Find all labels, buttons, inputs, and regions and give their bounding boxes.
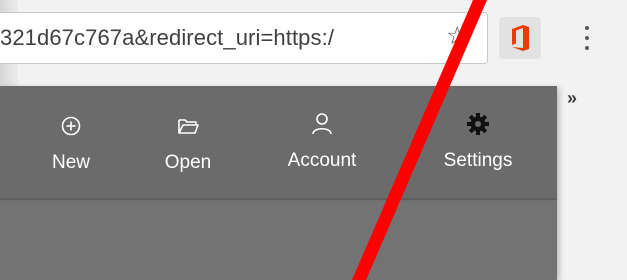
address-bar[interactable]: 321d67c767a&redirect_uri=https:/ ☆ — [0, 12, 488, 64]
settings-button[interactable]: Settings — [428, 108, 528, 188]
account-button[interactable]: Account — [272, 108, 372, 188]
person-icon — [312, 113, 332, 135]
browser-toolbar: 321d67c767a&redirect_uri=https:/ ☆ » — [0, 0, 627, 280]
open-button[interactable]: Open — [150, 108, 226, 188]
office-extension-button[interactable] — [499, 17, 541, 59]
extensions-overflow-chevron-icon[interactable]: » — [567, 88, 577, 109]
new-label: New — [51, 152, 90, 173]
account-label: Account — [287, 150, 357, 171]
open-label: Open — [164, 152, 212, 173]
gear-icon — [467, 113, 489, 135]
office-logo-icon — [512, 25, 529, 51]
popup-content-area — [0, 202, 557, 280]
plus-circle-icon — [61, 116, 81, 136]
url-text[interactable]: 321d67c767a&redirect_uri=https:/ — [0, 25, 334, 51]
browser-menu-icon[interactable] — [581, 26, 593, 54]
settings-label: Settings — [443, 150, 513, 171]
new-button[interactable]: New — [36, 108, 106, 188]
office-popup: New Open Account Settings — [0, 86, 557, 280]
folder-open-icon — [178, 119, 199, 134]
popup-action-bar: New Open Account Settings — [0, 86, 557, 200]
bookmark-star-icon[interactable]: ☆ — [446, 24, 468, 49]
